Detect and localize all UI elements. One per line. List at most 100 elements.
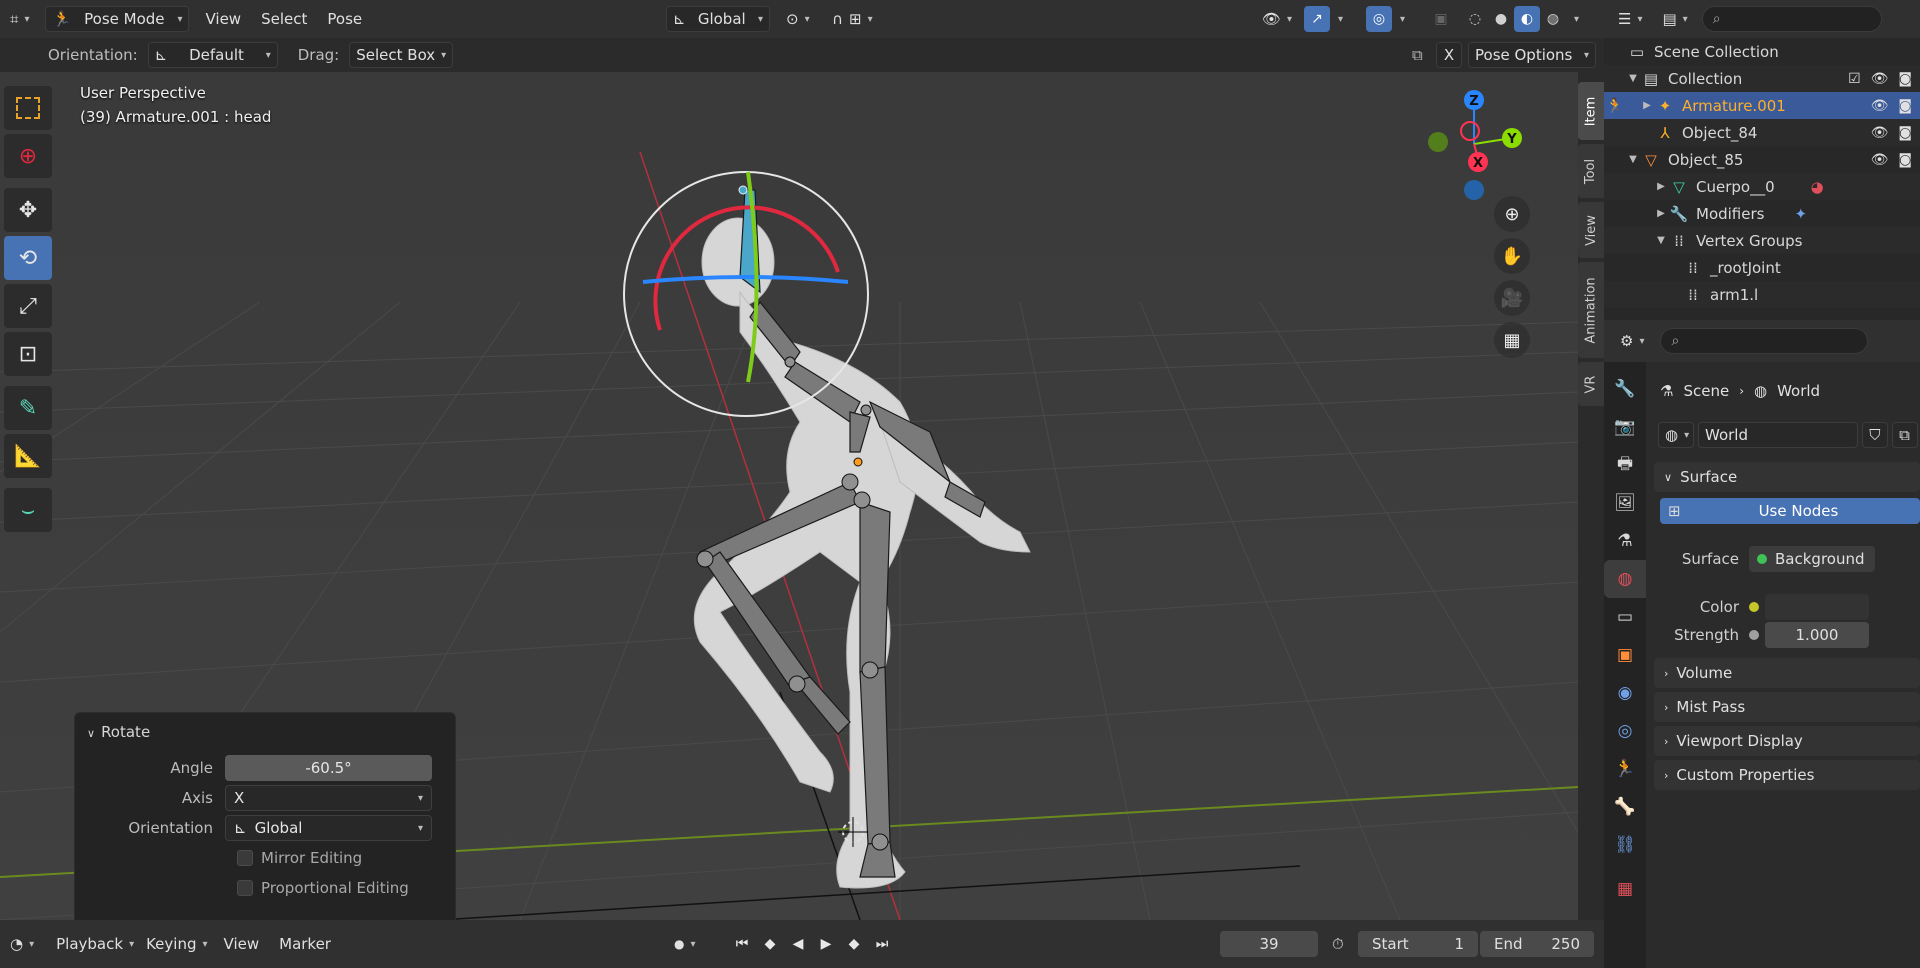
prev-keyframe-button[interactable]: ◆ <box>756 931 784 957</box>
outliner-row[interactable]: ▭ Scene Collection <box>1604 38 1920 65</box>
tab-item[interactable]: Item <box>1578 82 1604 140</box>
mode-dropdown[interactable]: 🏃 Pose Mode ▾ <box>45 6 190 32</box>
world-browse-button[interactable]: ◍ ▾ <box>1658 422 1694 448</box>
expand-triangle-icon[interactable]: ▼ <box>1626 73 1640 84</box>
snap-toggle[interactable]: ∩ ⊞ ▾ <box>826 6 879 32</box>
overlays-toggle[interactable]: ◎ <box>1366 6 1392 32</box>
outliner-editor-type-button[interactable]: ☰ ▾ <box>1612 6 1648 32</box>
outliner-row[interactable]: ▼ ▽ Object_85 👁 ◙ <box>1604 146 1920 173</box>
angle-field[interactable]: -60.5° <box>225 755 432 781</box>
custom-properties-panel-header[interactable]: › Custom Properties <box>1654 760 1920 790</box>
transform-tool[interactable]: ⊡ <box>4 332 52 376</box>
shading-wireframe-button[interactable]: ◌ <box>1462 6 1488 32</box>
fake-user-button[interactable]: ⛉ <box>1862 422 1889 448</box>
menu-pose[interactable]: Pose <box>317 0 372 38</box>
outliner-row[interactable]: ⅄ Object_84 👁 ◙ <box>1604 119 1920 146</box>
tab-object[interactable]: ▣ <box>1604 636 1646 674</box>
tab-particles[interactable]: ◎ <box>1604 712 1646 750</box>
tab-vr[interactable]: VR <box>1578 362 1604 406</box>
next-keyframe-button[interactable]: ◆ <box>840 931 868 957</box>
operator-title[interactable]: ∨ Rotate <box>87 723 150 741</box>
zoom-button[interactable]: ⊕ <box>1494 196 1530 232</box>
tab-world[interactable]: ◍ <box>1604 560 1646 598</box>
mirror-axes-icon[interactable]: ⧉ <box>1412 46 1423 64</box>
camera-view-button[interactable]: 🎥 <box>1494 280 1530 316</box>
outliner-row[interactable]: ▼ ⁞⁞ Vertex Groups <box>1604 227 1920 254</box>
tab-modifiers[interactable]: ◉ <box>1604 674 1646 712</box>
outliner-row-selected[interactable]: 🏃 ▶ ✦ Armature.001 👁 ◙ <box>1604 92 1920 119</box>
outliner-search-input[interactable]: ⌕ <box>1701 6 1882 32</box>
jump-end-button[interactable]: ⏭ <box>868 931 896 957</box>
gizmo-chevron-down-icon[interactable]: ▾ <box>1338 14 1343 25</box>
transform-orientation-dropdown[interactable]: ⊾ Global ▾ <box>666 6 770 32</box>
move-tool[interactable]: ✥ <box>4 188 52 232</box>
tab-tool[interactable]: Tool <box>1578 144 1604 198</box>
expand-triangle-icon[interactable]: ▶ <box>1640 100 1654 111</box>
menu-view[interactable]: View <box>195 0 251 38</box>
current-frame-field[interactable]: 39 <box>1220 931 1318 957</box>
world-name-field[interactable]: World <box>1698 422 1859 448</box>
measure-tool[interactable]: 📐 <box>4 434 52 478</box>
mirror-editing-checkbox[interactable]: Mirror Editing <box>237 849 362 867</box>
shading-chevron-down-icon[interactable]: ▾ <box>1574 14 1579 25</box>
eye-icon[interactable]: 👁 <box>1871 98 1889 114</box>
properties-editor-type-button[interactable]: ⚙ ▾ <box>1614 328 1650 354</box>
select-box-tool[interactable] <box>4 86 52 130</box>
pose-relax-tool[interactable]: ⌣ <box>4 488 52 532</box>
pose-options-dropdown[interactable]: Pose Options ▾ <box>1468 42 1596 68</box>
outliner-row[interactable]: ▶ ▽ Cuerpo__0 ◕ <box>1604 173 1920 200</box>
gizmo-toggle[interactable]: ↗ <box>1304 6 1330 32</box>
play-button[interactable]: ▶ <box>812 931 840 957</box>
stopwatch-icon[interactable]: ⏱ <box>1332 935 1344 953</box>
perspective-toggle-button[interactable]: ▦ <box>1494 322 1530 358</box>
tab-object-data[interactable]: 🦴 <box>1604 788 1646 826</box>
mirror-x-toggle[interactable]: X <box>1436 42 1462 68</box>
cursor-tool[interactable]: ⊕ <box>4 134 52 178</box>
outliner-row[interactable]: ⁞⁞ arm1.l <box>1604 281 1920 308</box>
timeline-editor-type-button[interactable]: ◔ ▾ <box>4 931 40 957</box>
menu-select[interactable]: Select <box>251 0 317 38</box>
camera-icon[interactable]: ◙ <box>1898 152 1912 168</box>
tab-physics[interactable]: 🏃 <box>1604 750 1646 788</box>
outliner-row[interactable]: ▶ 🔧 Modifiers ✦ <box>1604 200 1920 227</box>
tab-animation[interactable]: Animation <box>1578 262 1604 358</box>
surface-shader-field[interactable]: Background <box>1749 546 1875 572</box>
marker-menu[interactable]: Marker <box>269 925 341 963</box>
display-mode-dropdown[interactable]: ▤ ▾ <box>1656 6 1693 32</box>
pan-button[interactable]: ✋ <box>1494 238 1530 274</box>
playback-menu[interactable]: Playback ▾ <box>50 931 140 957</box>
strength-field[interactable]: 1.000 <box>1765 622 1869 648</box>
surface-panel-header[interactable]: ∨ Surface <box>1654 462 1920 492</box>
tab-render[interactable]: 📷 <box>1604 408 1646 446</box>
tab-texture[interactable]: ▦ <box>1604 870 1646 908</box>
3d-viewport[interactable]: User Perspective (39) Armature.001 : hea… <box>0 72 1578 920</box>
eye-icon[interactable]: 👁 <box>1871 125 1889 141</box>
color-swatch[interactable] <box>1765 594 1869 620</box>
editor-type-button[interactable]: ⌗ ▾ <box>4 6 35 32</box>
shading-material-button[interactable]: ◐ <box>1514 6 1540 32</box>
eye-icon[interactable]: 👁 <box>1871 152 1889 168</box>
pivot-dropdown[interactable]: ⊙ ▾ <box>780 6 816 32</box>
duplicate-world-button[interactable]: ⧉ <box>1892 422 1918 448</box>
tab-view-layer[interactable]: 🖼 <box>1604 484 1646 522</box>
use-nodes-button[interactable]: ⊞ Use Nodes <box>1660 498 1920 524</box>
auto-keying-toggle[interactable]: ● ▾ <box>668 931 702 957</box>
drag-dropdown[interactable]: Select Box ▾ <box>349 42 454 68</box>
tab-scene[interactable]: ⚗ <box>1604 522 1646 560</box>
tab-collection[interactable]: ▭ <box>1604 598 1646 636</box>
end-frame-field[interactable]: End 250 <box>1480 931 1594 957</box>
operator-orientation-dropdown[interactable]: ⊾ Global ▾ <box>225 815 432 841</box>
tab-output[interactable]: 🖶 <box>1604 446 1646 484</box>
navigation-gizmo[interactable]: Z Y X <box>1414 86 1534 206</box>
expand-triangle-icon[interactable]: ▶ <box>1654 208 1668 219</box>
camera-icon[interactable]: ◙ <box>1898 125 1912 141</box>
timeline-view-menu[interactable]: View <box>214 925 270 963</box>
orientation-dropdown[interactable]: ⊾ Default ▾ <box>147 42 278 68</box>
mist-pass-panel-header[interactable]: › Mist Pass <box>1654 692 1920 722</box>
tab-tool-settings[interactable]: 🔧 <box>1604 370 1646 408</box>
axis-dropdown[interactable]: X ▾ <box>225 785 432 811</box>
shading-rendered-button[interactable]: ◍ <box>1540 6 1566 32</box>
viewport-display-panel-header[interactable]: › Viewport Display <box>1654 726 1920 756</box>
overlays-chevron-down-icon[interactable]: ▾ <box>1400 14 1405 25</box>
shading-solid-button[interactable]: ● <box>1488 6 1514 32</box>
